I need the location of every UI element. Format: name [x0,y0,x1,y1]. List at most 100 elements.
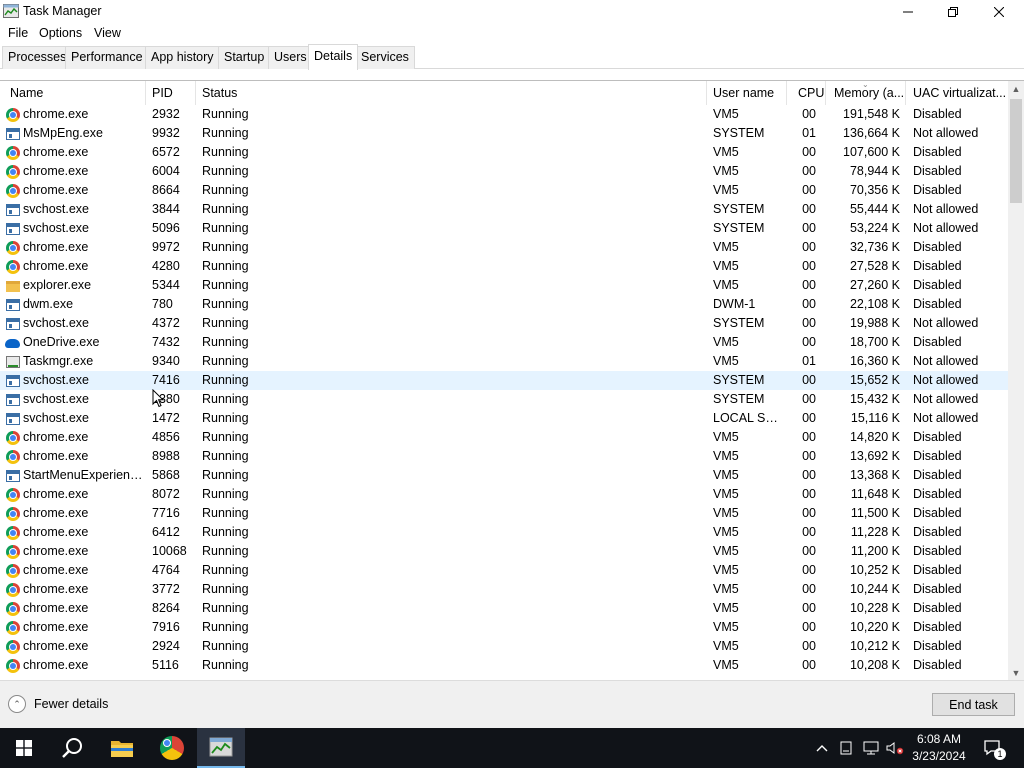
table-row[interactable]: chrome.exe 6004 Running VM5 00 78,944 K Disabl… [0,162,1008,181]
network-button[interactable] [860,728,882,768]
scrollbar-thumb[interactable] [1010,99,1022,203]
table-row[interactable]: chrome.exe 5116 Running VM5 00 10,208 K Disabl… [0,656,1008,675]
process-uac-virtualization: Disabled [913,506,962,520]
process-cpu: 00 [802,392,816,406]
process-pid: 9340 [152,354,180,368]
process-uac-virtualization: Disabled [913,487,962,501]
table-row[interactable]: dwm.exe 780 Running DWM-1 00 22,108 K Disabled [0,295,1008,314]
table-row[interactable]: chrome.exe 8664 Running VM5 00 70,356 K Disabl… [0,181,1008,200]
chrome-icon [6,526,20,540]
fewer-details-button[interactable]: ⌃ Fewer details [8,695,108,713]
process-cpu: 00 [802,297,816,311]
table-row[interactable]: chrome.exe 3772 Running VM5 00 10,244 K Disabl… [0,580,1008,599]
table-row[interactable]: chrome.exe 7916 Running VM5 00 10,220 K Disabl… [0,618,1008,637]
file-explorer-icon [111,741,133,757]
tab-app-history[interactable]: App history [145,46,220,69]
scroll-up-icon[interactable]: ▲ [1008,81,1024,97]
chrome-taskbar-button[interactable] [148,728,196,768]
table-row[interactable]: chrome.exe 6572 Running VM5 00 107,600 K Disab… [0,143,1008,162]
tab-startup[interactable]: Startup [218,46,271,69]
tab-processes[interactable]: Processes [2,46,73,69]
table-row[interactable]: Taskmgr.exe 9340 Running VM5 01 16,360 K Not a… [0,352,1008,371]
table-row[interactable]: chrome.exe 8264 Running VM5 00 10,228 K Disabl… [0,599,1008,618]
show-hidden-icons-button[interactable] [812,728,832,768]
tab-details[interactable]: Details [308,44,359,70]
table-row[interactable]: chrome.exe 9972 Running VM5 00 32,736 K Disabl… [0,238,1008,257]
table-row[interactable]: svchost.exe 7416 Running SYSTEM 00 15,652 K No… [0,371,1008,390]
process-name: chrome.exe [23,544,89,558]
table-row[interactable]: chrome.exe 4764 Running VM5 00 10,252 K Disabl… [0,561,1008,580]
table-row[interactable]: chrome.exe 4856 Running VM5 00 14,820 K Disabl… [0,428,1008,447]
column-header-cpu[interactable]: CPU [792,81,826,105]
table-row[interactable]: chrome.exe 2924 Running VM5 00 10,212 K Disabl… [0,637,1008,656]
table-row[interactable]: chrome.exe 8988 Running VM5 00 13,692 K Disabl… [0,447,1008,466]
minimize-button[interactable] [885,0,931,24]
process-pid: 5868 [152,468,180,482]
table-row[interactable]: svchost.exe 1472 Running LOCAL SE... 00 15,11… [0,409,1008,428]
process-memory: 10,220 K [849,620,900,634]
table-row[interactable]: explorer.exe 5344 Running VM5 00 27,260 K Disa… [0,276,1008,295]
task-manager-taskbar-button[interactable] [197,728,245,768]
process-user-name: VM5 [713,468,739,482]
menu-file[interactable]: File [8,26,28,40]
column-header-pid[interactable]: PID [146,81,196,105]
process-cpu: 01 [802,354,816,368]
scroll-down-icon[interactable]: ▼ [1008,665,1024,680]
process-cpu: 00 [802,468,816,482]
taskbar-clock[interactable]: 6:08 AM 3/23/2024 [900,731,978,765]
vertical-scrollbar[interactable]: ▲ ▼ [1008,81,1024,680]
sort-descending-icon: ⌄ [862,80,869,89]
table-row[interactable]: svchost.exe 4372 Running SYSTEM 00 19,988 K No… [0,314,1008,333]
restore-button[interactable] [930,0,976,24]
process-status: Running [202,601,249,615]
process-memory: 15,116 K [850,411,900,425]
table-row[interactable]: chrome.exe 2932 Running VM5 00 191,548 K Disab… [0,105,1008,124]
menu-options[interactable]: Options [39,26,82,40]
search-button[interactable] [48,728,96,768]
file-explorer-button[interactable] [98,728,146,768]
table-row[interactable]: chrome.exe 6412 Running VM5 00 11,228 K Disabl… [0,523,1008,542]
process-icon-cell [5,278,21,294]
process-uac-virtualization: Disabled [913,544,962,558]
table-row[interactable]: svchost.exe 5096 Running SYSTEM 00 53,224 K No… [0,219,1008,238]
column-header-status[interactable]: Status [196,81,707,105]
process-name: svchost.exe [23,373,90,387]
process-cpu: 00 [802,430,816,444]
menu-view[interactable]: View [94,26,121,40]
table-row[interactable]: OneDrive.exe 7432 Running VM5 00 18,700 K Disa… [0,333,1008,352]
table-row[interactable]: chrome.exe 4280 Running VM5 00 27,528 K Disabl… [0,257,1008,276]
process-name: chrome.exe [23,658,89,672]
start-button[interactable] [0,728,48,768]
table-row[interactable]: svchost.exe 3844 Running SYSTEM 00 55,444 K No… [0,200,1008,219]
process-pid: 4856 [152,430,180,444]
tab-services[interactable]: Services [355,46,415,69]
column-header-uac-virtualization[interactable]: UAC virtualizat... [907,81,1008,105]
chrome-icon [6,241,20,255]
process-status: Running [202,525,249,539]
process-user-name: VM5 [713,620,739,634]
tab-performance[interactable]: Performance [65,46,149,69]
tab-users[interactable]: Users [268,46,313,69]
tray-device-button[interactable] [836,728,856,768]
table-row[interactable]: chrome.exe 10068 Running VM5 00 11,200 K Disab… [0,542,1008,561]
table-row[interactable]: MsMpEng.exe 9932 Running SYSTEM 01 136,664 K N… [0,124,1008,143]
table-row[interactable]: chrome.exe 8072 Running VM5 00 11,648 K Disabl… [0,485,1008,504]
title-bar: Task Manager [0,0,1024,24]
chrome-icon [6,450,20,464]
minimize-icon [903,11,913,13]
service-icon [6,470,20,482]
process-uac-virtualization: Disabled [913,639,962,653]
process-pid: 2924 [152,639,180,653]
process-status: Running [202,392,249,406]
table-row[interactable]: chrome.exe 7716 Running VM5 00 11,500 K Disabl… [0,504,1008,523]
column-header-name[interactable]: Name [4,81,146,105]
close-button[interactable] [976,0,1022,24]
process-cpu: 01 [802,126,816,140]
table-row[interactable]: StartMenuExperienc... 5868 Running VM5 00 13,… [0,466,1008,485]
action-center-button[interactable]: 1 [980,728,1006,768]
process-icon-cell [5,582,21,598]
column-header-user-name[interactable]: User name [707,81,787,105]
process-memory: 10,212 K [849,639,900,653]
end-task-button[interactable]: End task [932,693,1015,716]
process-uac-virtualization: Disabled [913,107,962,121]
